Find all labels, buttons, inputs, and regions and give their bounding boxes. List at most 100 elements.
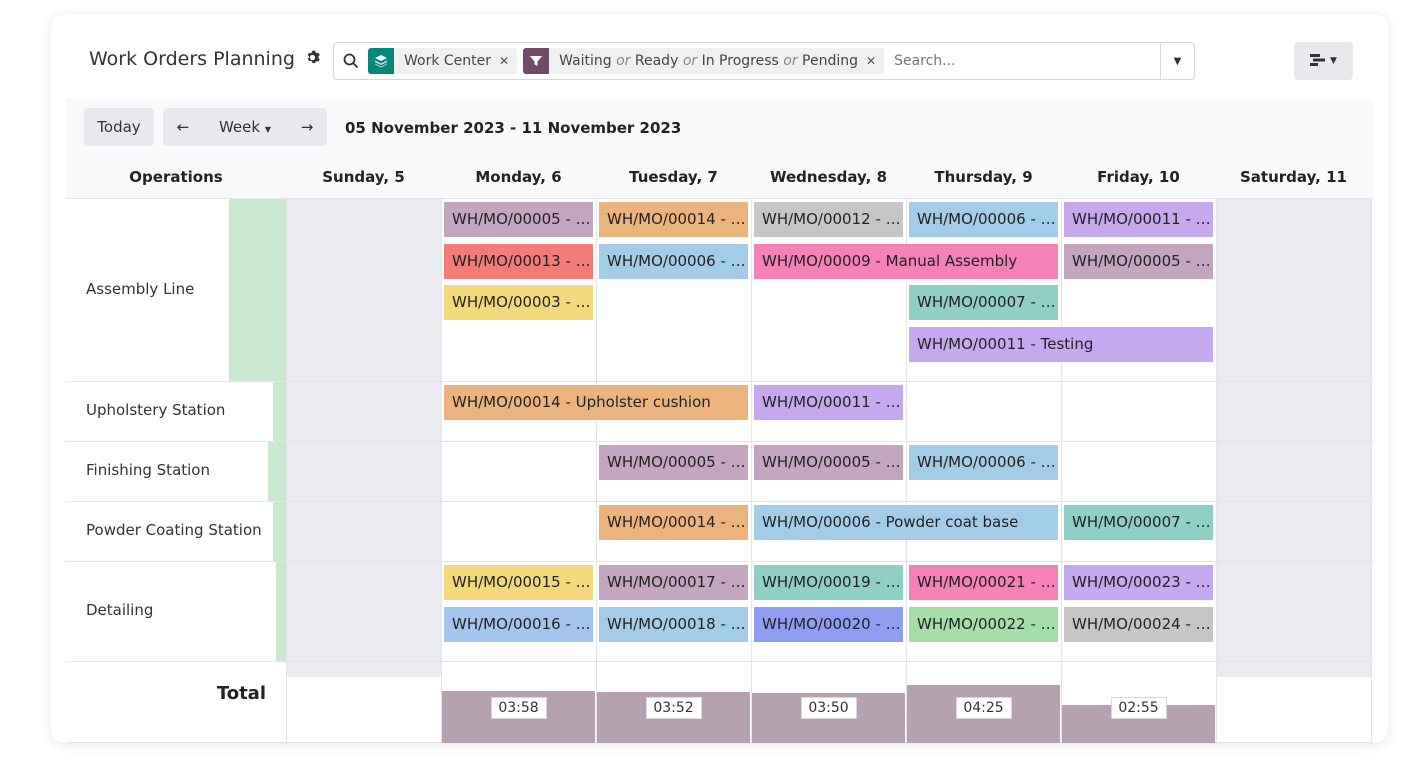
column-header-day: Saturday, 11	[1240, 168, 1347, 186]
scale-label: Week	[218, 118, 261, 136]
row-progress-bar	[273, 381, 286, 441]
work-order-pill[interactable]: WH/MO/00012 - …	[754, 202, 903, 237]
chevron-down-icon: ▼	[1330, 56, 1337, 66]
facet-part: Ready	[634, 53, 679, 69]
gantt-grid: Assembly Line Upholstery Station Finishing…	[66, 198, 1373, 743]
work-order-pill[interactable]: WH/MO/00022 - …	[909, 606, 1058, 642]
row-divider	[66, 661, 1373, 662]
gantt-view-icon	[1310, 53, 1326, 69]
column-divider	[906, 198, 907, 743]
column-header-operations: Operations	[129, 168, 223, 186]
column-header-day: Friday, 10	[1097, 168, 1180, 186]
column-divider	[1061, 198, 1062, 743]
row-divider	[66, 561, 1373, 562]
row-label: Assembly Line	[86, 279, 195, 298]
facet-or: or	[682, 53, 698, 69]
column-header-day: Wednesday, 8	[769, 168, 888, 186]
close-icon[interactable]: ✕	[499, 54, 517, 68]
row-label: Upholstery Station	[86, 401, 226, 419]
work-order-pill[interactable]: WH/MO/00006 - …	[909, 202, 1058, 237]
work-order-pill[interactable]: WH/MO/00021 - …	[909, 565, 1058, 600]
scale-dropdown[interactable]: Week ▼	[203, 118, 287, 136]
row-progress-bar	[229, 198, 286, 381]
work-order-pill[interactable]: WH/MO/00014 - …	[599, 202, 748, 237]
page-title-text: Work Orders Planning	[89, 48, 295, 70]
work-order-pill[interactable]: WH/MO/00009 - Manual Assembly	[754, 243, 1058, 279]
work-order-pill[interactable]: WH/MO/00011 - …	[754, 385, 903, 420]
total-label: Total	[216, 683, 266, 704]
column-header-day: Thursday, 9	[934, 168, 1033, 186]
facet-status-filter[interactable]: Waiting or Ready or In Progress or Pendi…	[523, 48, 885, 74]
work-order-pill[interactable]: WH/MO/00016 - …	[444, 606, 593, 642]
work-order-pill[interactable]: WH/MO/00007 - …	[909, 285, 1058, 320]
work-order-pill[interactable]: WH/MO/00018 - …	[599, 606, 748, 642]
view-switcher-button[interactable]: ▼	[1294, 42, 1353, 80]
work-order-pill[interactable]: WH/MO/00011 - …	[1064, 202, 1213, 237]
work-order-pill[interactable]: WH/MO/00003 - …	[444, 285, 593, 320]
column-header-day: Monday, 6	[475, 168, 562, 186]
work-order-pill[interactable]: WH/MO/00017 - …	[599, 565, 748, 600]
page-title: Work Orders Planning	[89, 48, 320, 70]
row-label: Finishing Station	[86, 461, 210, 479]
facet-part: Waiting	[559, 53, 612, 69]
chevron-down-icon: ▼	[264, 125, 272, 134]
weekend-column	[286, 198, 441, 677]
search-icon[interactable]	[334, 53, 368, 69]
facet-part: Pending	[802, 53, 858, 69]
scale-group: ← Week ▼ →	[163, 108, 327, 146]
facet-or: or	[616, 53, 631, 69]
column-divider	[596, 198, 597, 743]
gantt-card: Work Orders Planning Work Center ✕ Waiti…	[51, 14, 1388, 743]
work-order-pill[interactable]: WH/MO/00005 - …	[599, 445, 748, 480]
column-header-day: Sunday, 5	[322, 168, 405, 186]
close-icon[interactable]: ✕	[866, 54, 884, 68]
facet-status-label: Waiting or Ready or In Progress or Pendi…	[549, 53, 866, 69]
work-order-pill[interactable]: WH/MO/00006 - Powder coat base	[754, 505, 1058, 540]
row-divider	[66, 441, 1373, 442]
work-order-pill[interactable]: WH/MO/00019 - …	[754, 565, 903, 600]
row-progress-bar	[268, 441, 286, 501]
row-label: Detailing	[86, 601, 154, 619]
work-order-pill[interactable]: WH/MO/00006 - …	[599, 243, 748, 279]
work-order-pill[interactable]: WH/MO/00014 - Upholster cushion	[444, 385, 748, 420]
row-divider	[66, 381, 1373, 382]
column-header-day: Tuesday, 7	[629, 168, 718, 186]
row-label: Powder Coating Station	[86, 521, 262, 539]
today-button[interactable]: Today	[84, 108, 154, 146]
facet-work-center[interactable]: Work Center ✕	[368, 48, 518, 74]
work-order-pill[interactable]: WH/MO/00024 - …	[1064, 606, 1213, 642]
work-order-pill[interactable]: WH/MO/00023 - …	[1064, 565, 1213, 600]
row-divider	[66, 198, 1373, 199]
work-order-pill[interactable]: WH/MO/00007 - …	[1064, 505, 1213, 540]
gantt-nav-bar: Today ← Week ▼ → 05 November 2023 - 11 N…	[66, 98, 1373, 198]
row-progress-bar	[276, 561, 286, 661]
prev-button[interactable]: ←	[163, 118, 203, 136]
work-order-pill[interactable]: WH/MO/00005 - …	[444, 202, 593, 237]
gear-icon[interactable]	[305, 50, 320, 69]
column-divider	[1371, 198, 1372, 743]
chevron-down-icon[interactable]: ▼	[1160, 43, 1194, 79]
facet-or: or	[783, 53, 798, 69]
row-divider	[66, 501, 1373, 502]
work-order-pill[interactable]: WH/MO/00005 - …	[754, 445, 903, 480]
total-value: 03:50	[800, 697, 857, 719]
work-order-pill[interactable]: WH/MO/00020 - …	[754, 606, 903, 642]
work-order-pill[interactable]: WH/MO/00013 - …	[444, 243, 593, 279]
work-order-pill[interactable]: WH/MO/00014 - …	[599, 505, 748, 540]
date-range: 05 November 2023 - 11 November 2023	[345, 119, 682, 137]
column-divider	[441, 198, 442, 743]
work-order-pill[interactable]: WH/MO/00011 - Testing	[909, 326, 1213, 362]
total-value: 04:25	[955, 697, 1012, 719]
facet-part: In Progress	[701, 53, 779, 69]
work-order-pill[interactable]: WH/MO/00006 - …	[909, 445, 1058, 480]
next-button[interactable]: →	[287, 118, 327, 136]
search-bar: Work Center ✕ Waiting or Ready or In Pro…	[333, 42, 1195, 80]
work-order-pill[interactable]: WH/MO/00005 - …	[1064, 243, 1213, 279]
work-order-pill[interactable]: WH/MO/00015 - …	[444, 565, 593, 600]
total-value: 02:55	[1110, 697, 1167, 719]
column-divider	[751, 198, 752, 743]
column-divider	[1216, 198, 1217, 743]
column-divider	[286, 198, 287, 743]
search-input[interactable]	[890, 46, 1160, 76]
facet-work-center-label: Work Center	[404, 53, 492, 69]
